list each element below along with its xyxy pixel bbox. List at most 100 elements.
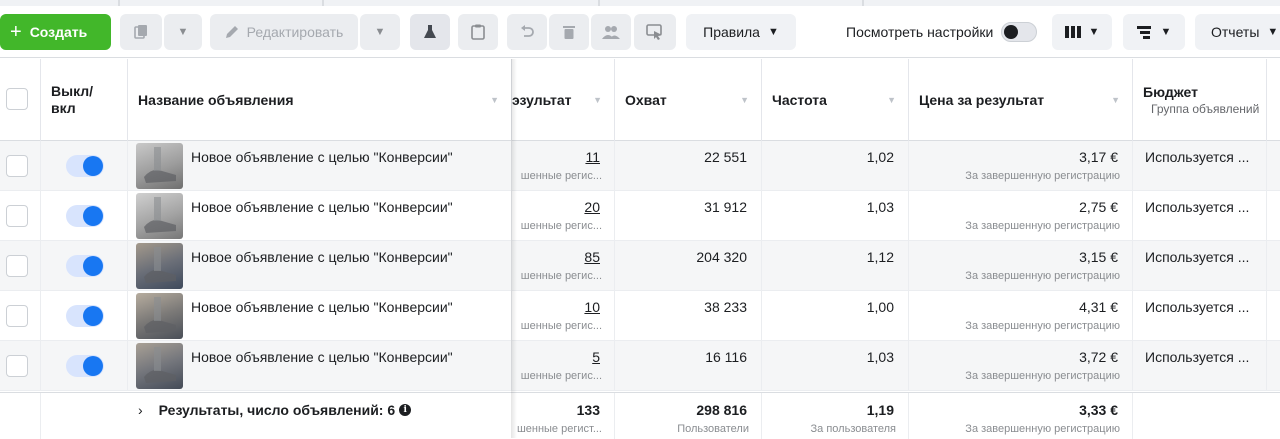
ad-status-toggle[interactable] [66,355,104,377]
table-row[interactable]: Новое объявление с целью "Конверсии" 10 ше… [0,291,1280,341]
row-select-cell [0,191,41,241]
row-results-cell: 10 шенные регис... [512,291,615,341]
reach-value: 16 116 [705,349,747,365]
ad-status-toggle[interactable] [66,305,104,327]
table-header: Выкл/вкл Название объявления ▼ эзультат … [0,59,1280,141]
results-sub: шенные регис... [520,170,602,182]
header-frequency-label: Частота [772,92,827,108]
ad-preview-icon [646,24,664,40]
row-results-cell: 85 шенные регис... [512,241,615,291]
row-toggle-cell [41,291,128,341]
ad-status-toggle[interactable] [66,155,104,177]
results-value[interactable]: 20 [584,199,600,215]
row-checkbox[interactable] [6,355,28,377]
row-frequency-cell: 1,03 [762,191,909,241]
plus-icon: + [10,21,22,43]
reports-button[interactable]: Отчеты ▼ [1195,14,1280,50]
row-results-cell: 20 шенные регис... [512,191,615,241]
header-cost-label: Цена за результат [919,92,1045,108]
row-select-cell [0,291,41,341]
ad-thumbnail[interactable] [136,343,183,389]
table-row[interactable]: Новое объявление с целью "Конверсии" 85 ше… [0,241,1280,291]
cost-sub: За завершенную регистрацию [965,320,1120,332]
cost-sub: За завершенную регистрацию [965,270,1120,282]
table-row[interactable]: Новое объявление с целью "Конверсии" 11 ше… [0,141,1280,191]
breakdown-button[interactable]: ▼ [1123,14,1185,50]
row-budget-cell: Используется ... [1133,291,1267,341]
row-frequency-cell: 1,03 [762,341,909,391]
header-results[interactable]: эзультат ▼ [512,59,615,141]
ad-thumbnail[interactable] [136,193,183,239]
header-cost-per-result[interactable]: Цена за результат ▼ [909,59,1133,141]
row-reach-cell: 31 912 [615,191,762,241]
cost-value: 2,75 € [1079,199,1118,215]
row-checkbox[interactable] [6,205,28,227]
view-settings-toggle[interactable] [1001,22,1038,42]
ad-status-toggle[interactable] [66,205,104,227]
edit-button[interactable]: Редактировать [210,14,358,50]
info-icon[interactable]: i [399,404,412,416]
row-checkbox[interactable] [6,305,28,327]
row-checkbox[interactable] [6,255,28,277]
results-value[interactable]: 11 [585,149,600,165]
header-frequency[interactable]: Частота ▼ [762,59,909,141]
row-next-cell [1267,291,1280,341]
summary-frequency-sub: За пользователя [810,423,896,435]
header-ad-name[interactable]: Название объявления ▼ [128,59,512,141]
edit-dropdown-button[interactable]: ▼ [360,14,400,50]
people-icon [602,25,620,39]
header-toggle[interactable]: Выкл/вкл [41,59,128,141]
delete-button[interactable] [549,14,589,50]
ad-name-link[interactable]: Новое объявление с целью "Конверсии" [191,349,453,365]
results-value[interactable]: 5 [592,349,600,365]
table-row[interactable]: Новое объявление с целью "Конверсии" 5 шен… [0,341,1280,391]
summary-results-sub: шенные регист... [516,423,602,435]
ad-thumbnail[interactable] [136,293,183,339]
row-checkbox[interactable] [6,155,28,177]
duplicate-icon [133,24,149,40]
undo-button[interactable] [507,14,547,50]
audience-button[interactable] [591,14,631,50]
sort-icon: ▼ [1111,95,1120,105]
results-value[interactable]: 85 [584,249,600,265]
ad-name-link[interactable]: Новое объявление с целью "Конверсии" [191,249,453,265]
duplicate-dropdown-button[interactable]: ▼ [164,14,202,50]
duplicate-button[interactable] [120,14,162,50]
results-value[interactable]: 10 [584,299,600,315]
budget-value: Используется ... [1145,249,1250,265]
summary-label[interactable]: › Результаты, число объявлений: 6 i [138,402,412,418]
row-frequency-cell: 1,00 [762,291,909,341]
row-cost-cell: 3,72 € За завершенную регистрацию [909,341,1133,391]
columns-icon [1064,25,1081,39]
ad-name-link[interactable]: Новое объявление с целью "Конверсии" [191,299,453,315]
summary-results: 133 шенные регист... [512,393,615,439]
create-button[interactable]: + Создать [0,14,111,50]
sort-icon: ▼ [887,95,896,105]
ad-preview-button[interactable] [634,14,676,50]
header-reach[interactable]: Охват ▼ [615,59,762,141]
row-budget-cell: Используется ... [1133,191,1267,241]
header-budget[interactable]: Бюджет Группа объявлений [1133,59,1267,141]
row-reach-cell: 16 116 [615,341,762,391]
ad-thumbnail[interactable] [136,243,183,289]
ad-name-link[interactable]: Новое объявление с целью "Конверсии" [191,149,453,165]
table-row[interactable]: Новое объявление с целью "Конверсии" 20 ше… [0,191,1280,241]
ab-test-button[interactable] [410,14,450,50]
row-reach-cell: 204 320 [615,241,762,291]
row-cost-cell: 2,75 € За завершенную регистрацию [909,191,1133,241]
row-results-cell: 5 шенные регис... [512,341,615,391]
summary-row: › Результаты, число объявлений: 6 i 133 … [0,392,1280,439]
clipboard-button[interactable] [458,14,498,50]
cost-value: 4,31 € [1079,299,1118,315]
header-toggle-label: Выкл/вкл [51,83,94,116]
ads-table: Выкл/вкл Название объявления ▼ эзультат … [0,59,1280,439]
ad-thumbnail[interactable] [136,143,183,189]
select-all-checkbox[interactable] [6,88,28,110]
row-name-cell: Новое объявление с целью "Конверсии" [128,241,512,291]
reach-value: 31 912 [704,199,747,215]
columns-button[interactable]: ▼ [1052,14,1112,50]
ad-name-link[interactable]: Новое объявление с целью "Конверсии" [191,199,453,215]
rules-button[interactable]: Правила ▼ [686,14,796,50]
ad-status-toggle[interactable] [66,255,104,277]
breakdown-icon [1136,25,1153,39]
